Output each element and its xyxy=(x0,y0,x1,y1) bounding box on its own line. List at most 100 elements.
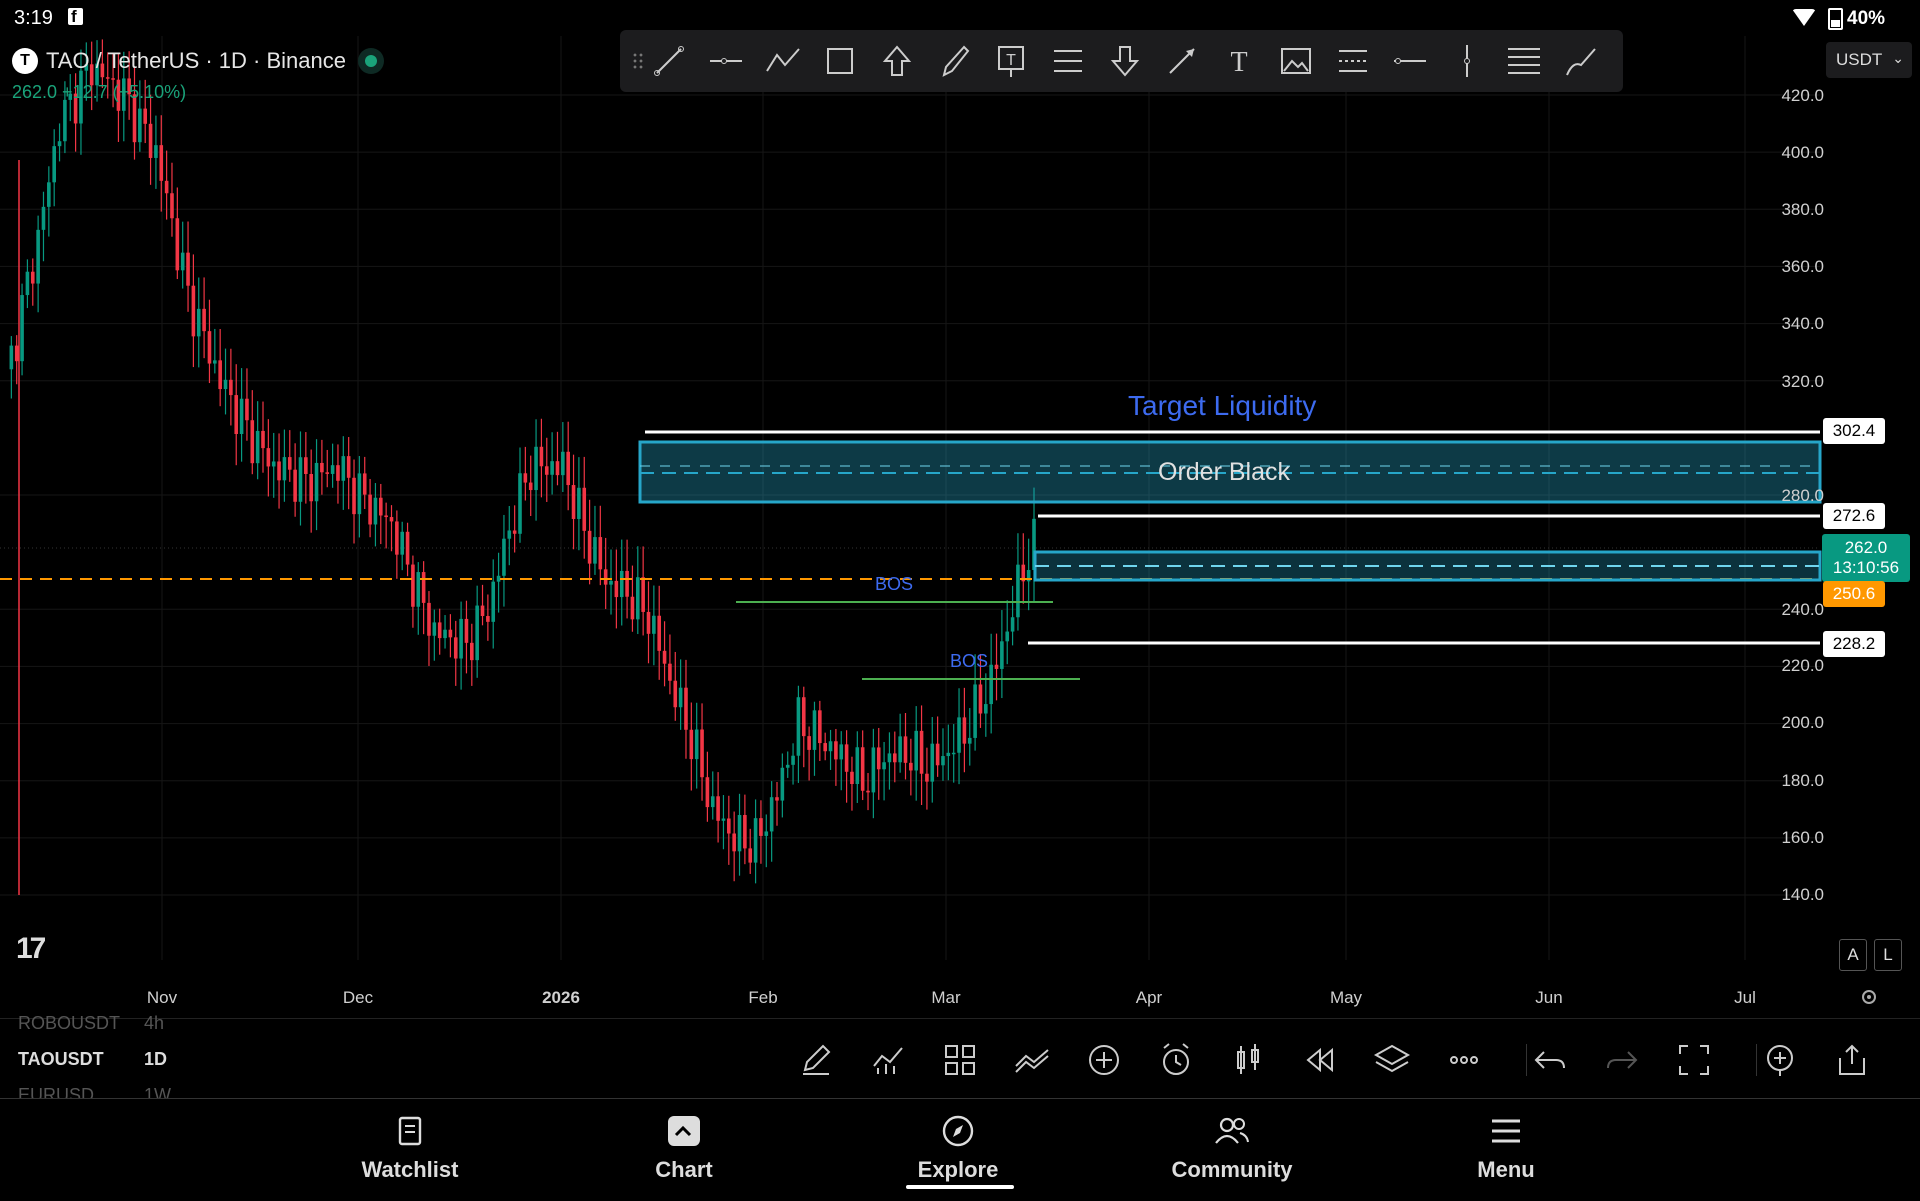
vertical-line-icon[interactable] xyxy=(1444,38,1490,84)
text-note-icon[interactable]: T xyxy=(988,38,1034,84)
symbol-title[interactable]: TAO / TetherUS · 1D · Binance xyxy=(46,48,346,74)
market-status-icon[interactable] xyxy=(357,48,384,74)
candle-body xyxy=(1005,631,1010,642)
candle-body xyxy=(459,618,463,659)
candle-body xyxy=(175,218,180,271)
watchlist-symbol[interactable]: TAOUSDT xyxy=(18,1049,104,1070)
fullscreen-icon[interactable] xyxy=(1674,1040,1714,1080)
brush-icon[interactable] xyxy=(931,38,977,84)
nav-watchlist[interactable]: Watchlist xyxy=(320,1107,500,1187)
nav-community[interactable]: Community xyxy=(1142,1107,1322,1187)
templates-icon[interactable] xyxy=(940,1040,980,1080)
arrow-down-icon[interactable] xyxy=(1102,38,1148,84)
candle-body xyxy=(828,741,833,752)
price-chart[interactable] xyxy=(0,36,1920,1056)
alert-icon[interactable] xyxy=(1156,1040,1196,1080)
pencil-brush-icon[interactable] xyxy=(1558,38,1604,84)
candle xyxy=(571,454,576,550)
candle xyxy=(834,728,838,786)
candle-body xyxy=(14,345,19,362)
candle xyxy=(598,505,603,586)
candle-body xyxy=(159,145,164,181)
candle-body xyxy=(502,538,506,576)
image-icon[interactable] xyxy=(1273,38,1319,84)
rectangle-icon[interactable] xyxy=(817,38,863,84)
order-block-label[interactable]: Order Black xyxy=(1158,458,1290,487)
candle-body xyxy=(63,99,67,142)
nav-menu[interactable]: Menu xyxy=(1416,1107,1596,1187)
indicators-icon[interactable] xyxy=(868,1040,908,1080)
candle xyxy=(266,419,271,497)
candle-body xyxy=(421,572,426,603)
watchlist-tf[interactable]: 1D xyxy=(144,1049,167,1070)
nav-chart[interactable]: Chart xyxy=(594,1107,774,1187)
trend-line-icon[interactable] xyxy=(646,38,692,84)
watchlist-prev-symbol[interactable]: ROBOUSDT xyxy=(18,1013,120,1034)
replay-icon[interactable] xyxy=(1300,1040,1340,1080)
candle xyxy=(30,258,35,306)
target-liquidity-label[interactable]: Target Liquidity xyxy=(1128,390,1316,422)
add-icon[interactable] xyxy=(1084,1040,1124,1080)
compare-icon[interactable] xyxy=(1012,1040,1052,1080)
share-icon[interactable] xyxy=(1832,1040,1872,1080)
time-tick: Apr xyxy=(1135,988,1163,1007)
zoom-icon[interactable] xyxy=(1760,1040,1800,1080)
currency-select[interactable]: USDT ⌄ xyxy=(1826,42,1912,78)
candle-body xyxy=(202,308,206,332)
time-tick: May xyxy=(1329,988,1363,1007)
chart-canvas[interactable] xyxy=(0,36,1920,1056)
undo-icon[interactable] xyxy=(1530,1040,1570,1080)
candle xyxy=(298,431,303,526)
candle-body xyxy=(480,605,485,617)
candle xyxy=(202,277,206,359)
settings-icon[interactable] xyxy=(1860,988,1878,1006)
more-icon[interactable] xyxy=(1444,1040,1484,1080)
symbol-header[interactable]: T TAO / TetherUS · 1D · Binance xyxy=(12,46,384,76)
candle-body xyxy=(737,815,742,852)
long-position-icon[interactable] xyxy=(1501,38,1547,84)
candle-body xyxy=(978,684,983,714)
candle-body xyxy=(25,271,30,296)
path-icon[interactable] xyxy=(760,38,806,84)
log-scale-button[interactable]: L xyxy=(1874,939,1902,971)
candle xyxy=(395,510,399,579)
price-tick: 400.0 xyxy=(1781,143,1824,162)
candle xyxy=(957,688,961,785)
arrow-up-icon[interactable] xyxy=(874,38,920,84)
candle-type-icon[interactable] xyxy=(1228,1040,1268,1080)
arrow-marker-icon[interactable] xyxy=(1159,38,1205,84)
candle xyxy=(1032,487,1036,602)
price-tick: 320.0 xyxy=(1781,372,1824,391)
candle-body xyxy=(309,473,313,502)
bos-label[interactable]: BOS xyxy=(875,574,913,595)
redo-icon[interactable] xyxy=(1602,1040,1642,1080)
candle xyxy=(582,456,587,559)
candle-body xyxy=(336,465,340,481)
candle-body xyxy=(486,616,490,622)
price-tick: 160.0 xyxy=(1781,828,1824,847)
toolbar-divider xyxy=(1756,1044,1757,1076)
ruler-icon[interactable] xyxy=(1330,38,1376,84)
drag-handle-icon[interactable] xyxy=(632,52,644,70)
candle xyxy=(282,429,287,502)
candle-body xyxy=(919,730,924,774)
candle xyxy=(154,115,158,189)
candle-body xyxy=(9,345,14,370)
candle-body xyxy=(625,570,629,597)
candle-body xyxy=(138,108,142,143)
candle xyxy=(512,505,517,553)
layers-icon[interactable] xyxy=(1372,1040,1412,1080)
candle-body xyxy=(876,747,881,770)
horizontal-line-icon[interactable] xyxy=(1387,38,1433,84)
candle xyxy=(700,703,704,801)
nav-explore[interactable]: Explore xyxy=(868,1107,1048,1187)
pencil-icon[interactable] xyxy=(797,1040,837,1080)
auto-scale-button[interactable]: A xyxy=(1839,939,1867,971)
candle-body xyxy=(684,687,688,730)
text-icon[interactable]: T xyxy=(1216,38,1262,84)
candle-body xyxy=(282,457,287,481)
fib-retracement-icon[interactable] xyxy=(1045,38,1091,84)
bos-label[interactable]: BOS xyxy=(950,651,988,672)
horizontal-ray-icon[interactable] xyxy=(703,38,749,84)
candle xyxy=(710,771,715,820)
